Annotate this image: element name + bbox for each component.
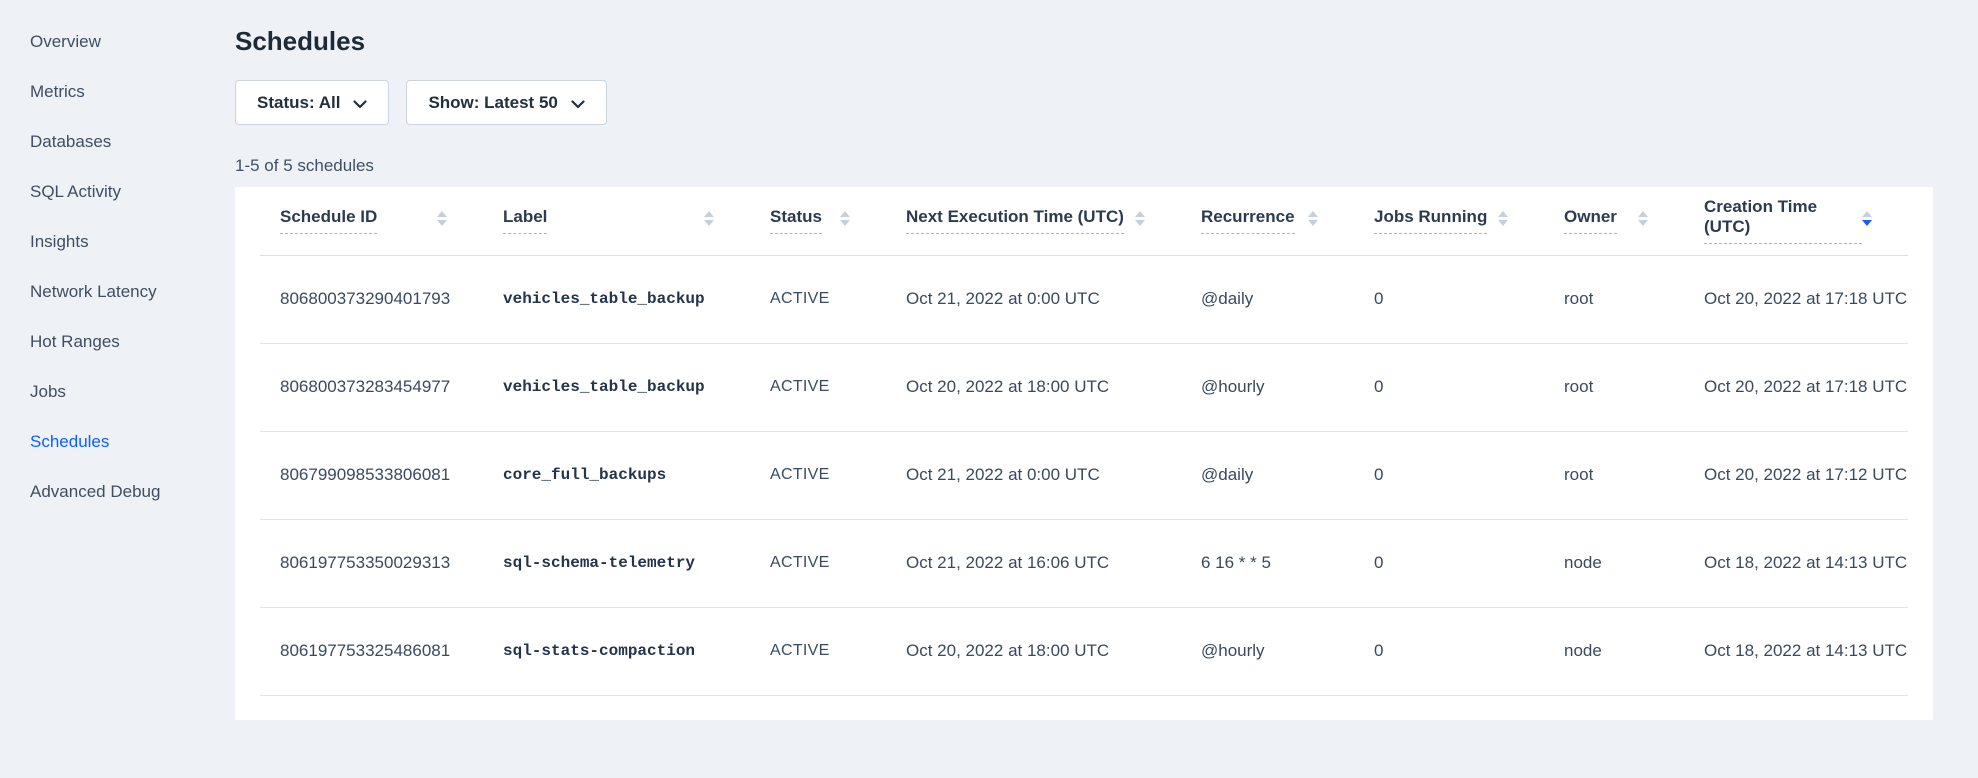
filter-bar: Status: All Show: Latest 50: [235, 80, 1933, 125]
cell-schedule-id: 806800373283454977: [260, 343, 483, 431]
cell-owner: root: [1544, 431, 1684, 519]
sidebar-item-insights[interactable]: Insights: [30, 233, 235, 251]
sidebar-item-jobs[interactable]: Jobs: [30, 383, 235, 401]
schedules-table: Schedule ID Label Status Next Execution …: [260, 187, 1908, 696]
schedules-table-card: Schedule ID Label Status Next Execution …: [235, 187, 1933, 720]
cell-status: ACTIVE: [750, 343, 886, 431]
cell-next-execution: Oct 20, 2022 at 18:00 UTC: [886, 343, 1181, 431]
sidebar-item-sql-activity[interactable]: SQL Activity: [30, 183, 235, 201]
sort-icon[interactable]: [704, 211, 714, 226]
cell-creation-time: Oct 18, 2022 at 14:13 UTC: [1684, 607, 1908, 695]
sort-icon[interactable]: [1308, 211, 1318, 226]
cell-jobs-running: 0: [1354, 607, 1544, 695]
column-header-jobs-running[interactable]: Jobs Running: [1354, 187, 1544, 255]
cell-jobs-running: 0: [1354, 343, 1544, 431]
sort-icon[interactable]: [1862, 211, 1872, 226]
column-header-next-execution-time[interactable]: Next Execution Time (UTC): [886, 187, 1181, 255]
cell-label: core_full_backups: [483, 431, 750, 519]
sidebar-nav-list: Overview Metrics Databases SQL Activity …: [30, 33, 235, 501]
sidebar: Overview Metrics Databases SQL Activity …: [0, 0, 235, 778]
cell-schedule-id: 806799098533806081: [260, 431, 483, 519]
results-count: 1-5 of 5 schedules: [235, 155, 1933, 177]
cell-owner: node: [1544, 519, 1684, 607]
cell-jobs-running: 0: [1354, 255, 1544, 343]
cell-status: ACTIVE: [750, 519, 886, 607]
cell-status: ACTIVE: [750, 431, 886, 519]
column-header-status[interactable]: Status: [750, 187, 886, 255]
cell-recurrence: @hourly: [1181, 607, 1354, 695]
sort-icon[interactable]: [1638, 211, 1648, 226]
cell-next-execution: Oct 21, 2022 at 16:06 UTC: [886, 519, 1181, 607]
cell-owner: root: [1544, 343, 1684, 431]
cell-recurrence: @hourly: [1181, 343, 1354, 431]
column-header-schedule-id[interactable]: Schedule ID: [260, 187, 483, 255]
sidebar-item-schedules[interactable]: Schedules: [30, 433, 235, 451]
column-header-creation-time[interactable]: Creation Time (UTC): [1684, 187, 1908, 255]
cell-jobs-running: 0: [1354, 431, 1544, 519]
status-filter-label: Status: All: [257, 93, 340, 113]
cell-creation-time: Oct 20, 2022 at 17:18 UTC: [1684, 343, 1908, 431]
page-title: Schedules: [235, 25, 1933, 58]
cell-status: ACTIVE: [750, 607, 886, 695]
table-row: 806197753325486081sql-stats-compactionAC…: [260, 607, 1908, 695]
cell-owner: root: [1544, 255, 1684, 343]
cell-schedule-id: 806197753350029313: [260, 519, 483, 607]
cell-creation-time: Oct 20, 2022 at 17:18 UTC: [1684, 255, 1908, 343]
cell-creation-time: Oct 18, 2022 at 14:13 UTC: [1684, 519, 1908, 607]
sidebar-item-hot-ranges[interactable]: Hot Ranges: [30, 333, 235, 351]
cell-label: vehicles_table_backup: [483, 255, 750, 343]
column-header-owner[interactable]: Owner: [1544, 187, 1684, 255]
sidebar-item-network-latency[interactable]: Network Latency: [30, 283, 235, 301]
main-content: Schedules Status: All Show: Latest 50 1-…: [235, 0, 1978, 778]
sidebar-item-advanced-debug[interactable]: Advanced Debug: [30, 483, 235, 501]
cell-label: sql-schema-telemetry: [483, 519, 750, 607]
table-header-row: Schedule ID Label Status Next Execution …: [260, 187, 1908, 255]
column-header-label[interactable]: Label: [483, 187, 750, 255]
table-row: 806799098533806081core_full_backupsACTIV…: [260, 431, 1908, 519]
sort-icon[interactable]: [437, 211, 447, 226]
show-filter-label: Show: Latest 50: [428, 93, 557, 113]
cell-recurrence: 6 16 * * 5: [1181, 519, 1354, 607]
chevron-down-icon: [571, 94, 585, 114]
sort-icon[interactable]: [840, 211, 850, 226]
sort-icon[interactable]: [1498, 211, 1508, 226]
cell-schedule-id: 806197753325486081: [260, 607, 483, 695]
sidebar-item-databases[interactable]: Databases: [30, 133, 235, 151]
table-row: 806800373290401793vehicles_table_backupA…: [260, 255, 1908, 343]
sidebar-item-metrics[interactable]: Metrics: [30, 83, 235, 101]
cell-next-execution: Oct 20, 2022 at 18:00 UTC: [886, 607, 1181, 695]
show-filter-dropdown[interactable]: Show: Latest 50: [406, 80, 606, 125]
cell-status: ACTIVE: [750, 255, 886, 343]
table-body: 806800373290401793vehicles_table_backupA…: [260, 255, 1908, 695]
status-filter-dropdown[interactable]: Status: All: [235, 80, 389, 125]
table-row: 806800373283454977vehicles_table_backupA…: [260, 343, 1908, 431]
cell-next-execution: Oct 21, 2022 at 0:00 UTC: [886, 431, 1181, 519]
cell-owner: node: [1544, 607, 1684, 695]
column-header-recurrence[interactable]: Recurrence: [1181, 187, 1354, 255]
cell-label: vehicles_table_backup: [483, 343, 750, 431]
cell-label: sql-stats-compaction: [483, 607, 750, 695]
app-root: Overview Metrics Databases SQL Activity …: [0, 0, 1978, 778]
chevron-down-icon: [353, 94, 367, 114]
cell-recurrence: @daily: [1181, 255, 1354, 343]
sort-icon[interactable]: [1135, 211, 1145, 226]
cell-creation-time: Oct 20, 2022 at 17:12 UTC: [1684, 431, 1908, 519]
sidebar-item-overview[interactable]: Overview: [30, 33, 235, 51]
cell-jobs-running: 0: [1354, 519, 1544, 607]
cell-schedule-id: 806800373290401793: [260, 255, 483, 343]
cell-next-execution: Oct 21, 2022 at 0:00 UTC: [886, 255, 1181, 343]
table-row: 806197753350029313sql-schema-telemetryAC…: [260, 519, 1908, 607]
cell-recurrence: @daily: [1181, 431, 1354, 519]
